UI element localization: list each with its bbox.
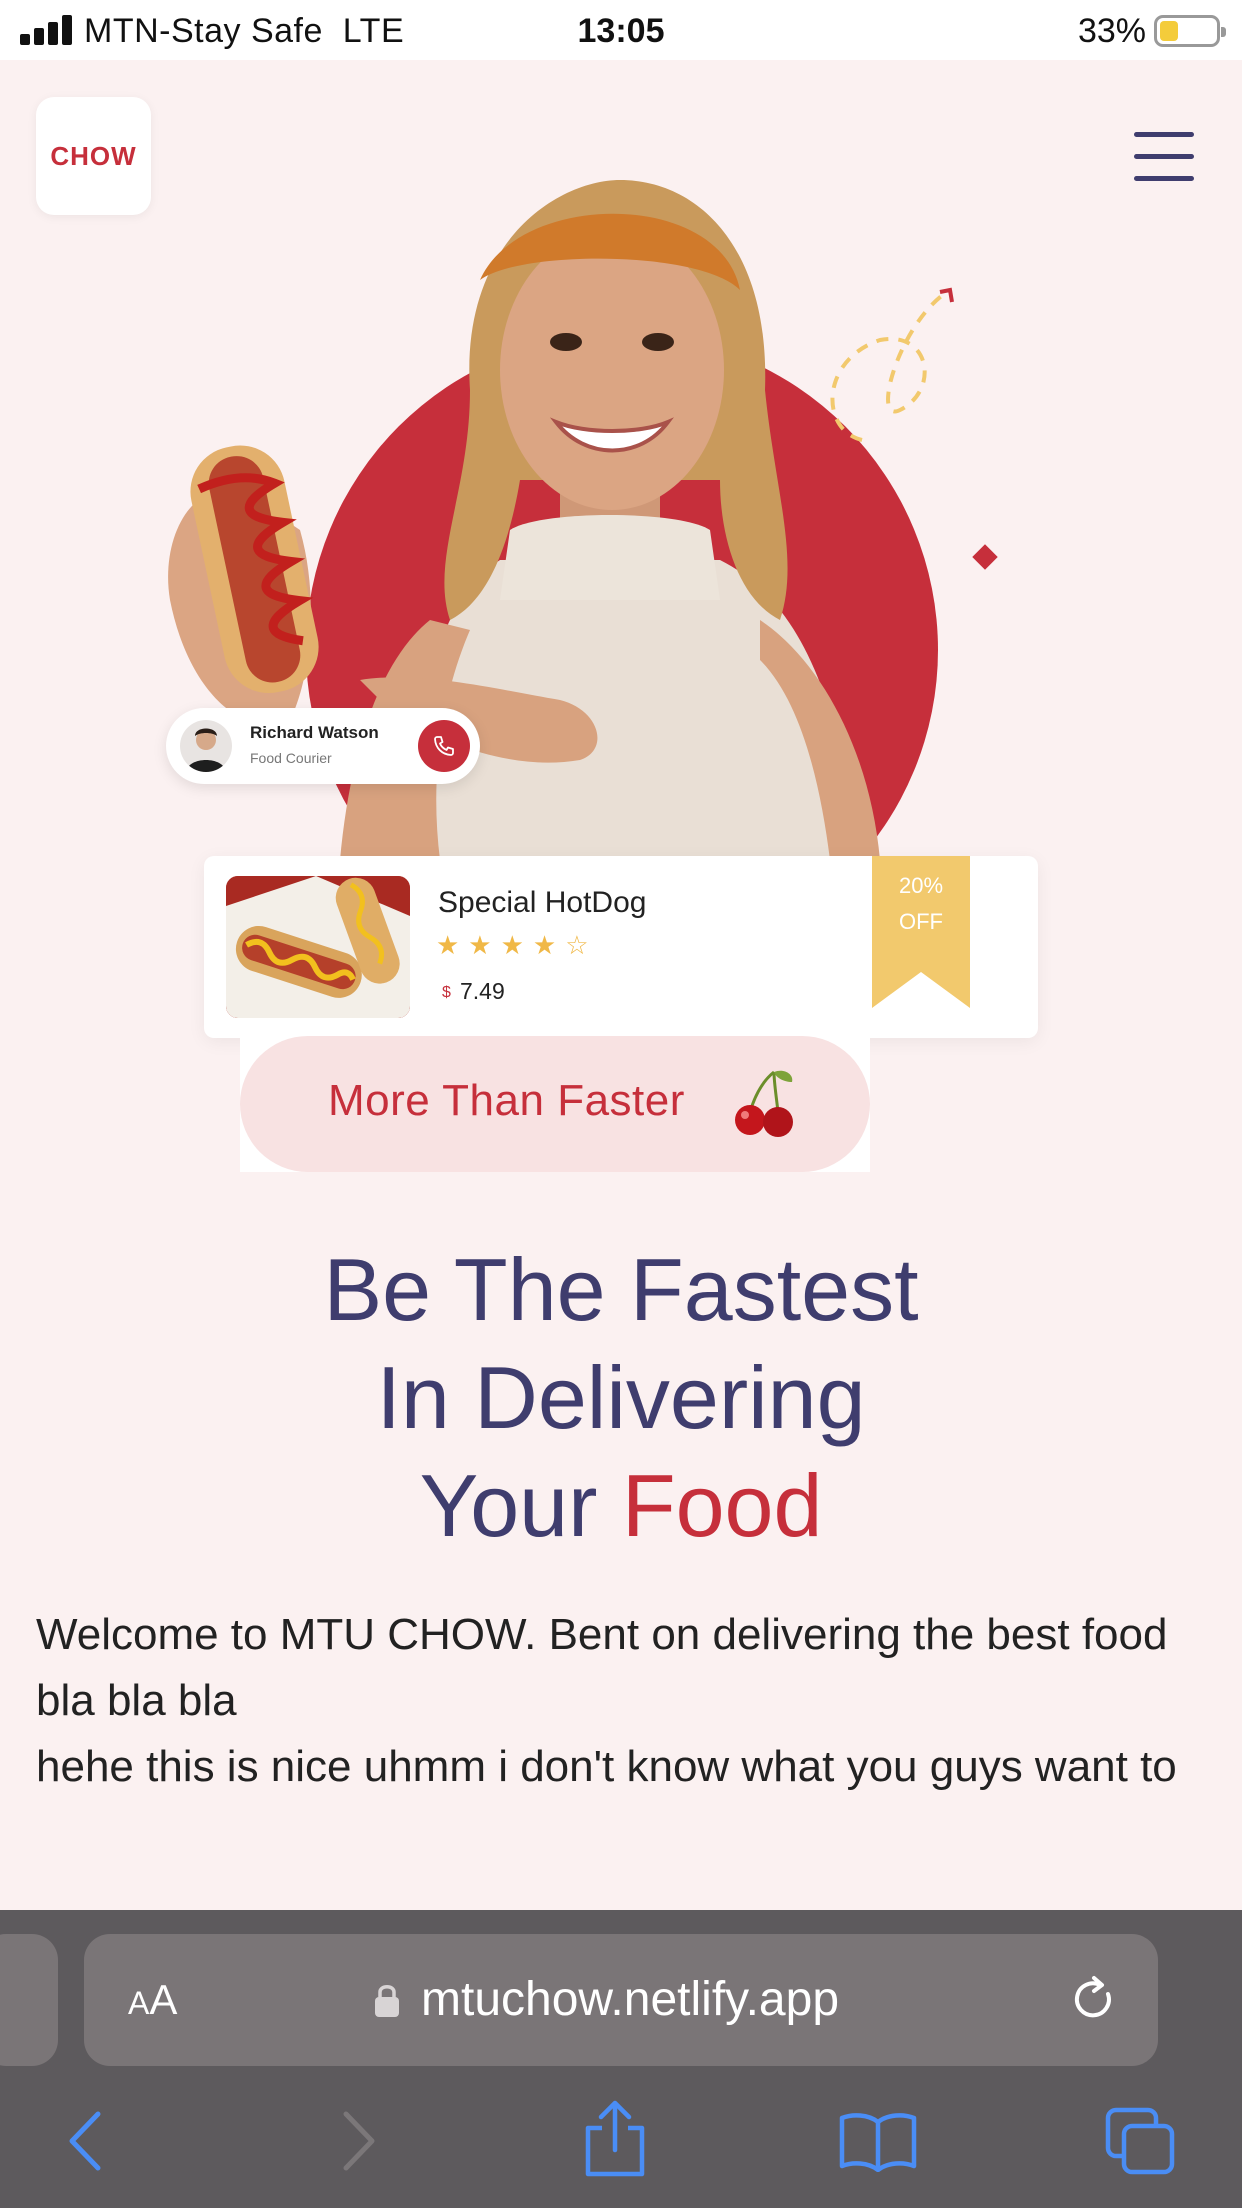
courier-card: Richard Watson Food Courier	[166, 708, 480, 784]
previous-tab-preview[interactable]	[0, 1934, 58, 2066]
diamond-decoration	[972, 544, 998, 570]
courier-role: Food Courier	[250, 750, 332, 766]
woman-face	[500, 230, 724, 510]
lock-icon	[375, 1985, 399, 2017]
text-size-small-a: A	[128, 1985, 150, 2021]
discount-ribbon: 20% OFF	[872, 856, 970, 1008]
description-line-2: hehe this is nice uhmm i don't know what…	[36, 1742, 1177, 1791]
tagline-label: More Than Faster	[328, 1076, 685, 1125]
share-icon[interactable]	[580, 2100, 650, 2178]
logo-text: CHOW	[50, 140, 137, 171]
product-card[interactable]: Special HotDog ★★★★☆ $ 7.49 20% OFF	[204, 856, 1038, 1038]
battery-icon	[1154, 15, 1226, 47]
headline-line-2: In Delivering	[376, 1348, 866, 1447]
url-text[interactable]: mtuchow.netlify.app	[421, 1972, 839, 2027]
price-currency: $	[442, 984, 451, 1001]
dashed-path-arrow	[939, 287, 954, 303]
discount-percent: 20%	[898, 873, 944, 898]
text-size-large-a: A	[149, 1976, 178, 2023]
battery-percent: 33%	[1077, 12, 1146, 50]
woman-turtleneck	[500, 515, 720, 600]
dashed-path-decoration	[830, 288, 952, 442]
battery-nub	[1221, 27, 1226, 37]
hamburger-menu-icon[interactable]	[1134, 132, 1194, 182]
call-button[interactable]	[418, 720, 470, 772]
product-name: Special HotDog	[438, 886, 647, 919]
avatar	[180, 720, 232, 772]
chow-logo[interactable]: CHOW	[36, 97, 151, 215]
intro-description: Welcome to MTU CHOW. Bent on delivering …	[36, 1602, 1206, 1800]
courier-name: Richard Watson	[250, 723, 379, 742]
woman-left-eye	[550, 333, 582, 351]
back-arrow-icon[interactable]	[64, 2110, 108, 2172]
headline-line-3: Your Food	[0, 1452, 1242, 1560]
description-line-1: Welcome to MTU CHOW. Bent on delivering …	[36, 1610, 1168, 1725]
cherry-icon	[735, 1070, 793, 1137]
headline-line-1: Be The Fastest	[323, 1240, 919, 1339]
price-value: 7.49	[460, 978, 505, 1004]
text-size-button[interactable]: AA	[128, 1976, 177, 2024]
hotdog-product-image	[226, 876, 410, 1018]
bookmarks-icon[interactable]	[838, 2110, 918, 2172]
browser-bottom-bar: AA mtuchow.netlify.app	[0, 1910, 1242, 2208]
headline-line-3-prefix: Your	[419, 1456, 598, 1555]
tagline-pill[interactable]: More Than Faster	[240, 1036, 870, 1172]
phone-icon	[434, 736, 454, 756]
address-bar[interactable]: AA mtuchow.netlify.app	[84, 1934, 1158, 2066]
tabs-icon[interactable]	[1104, 2106, 1176, 2176]
rating-stars: ★★★★☆	[436, 930, 598, 960]
headline-accent-word: Food	[621, 1456, 823, 1555]
woman-right-eye	[642, 333, 674, 351]
discount-off: OFF	[899, 909, 943, 934]
forward-arrow-icon[interactable]	[336, 2110, 380, 2172]
reload-icon[interactable]	[1068, 1974, 1120, 2026]
battery-fill	[1160, 21, 1178, 41]
status-time: 13:05	[577, 12, 665, 50]
page-headline: Be The Fastest In Delivering Your Food	[0, 1236, 1242, 1560]
status-bar: MTN-Stay Safe LTE 13:05 33%	[0, 0, 1242, 60]
